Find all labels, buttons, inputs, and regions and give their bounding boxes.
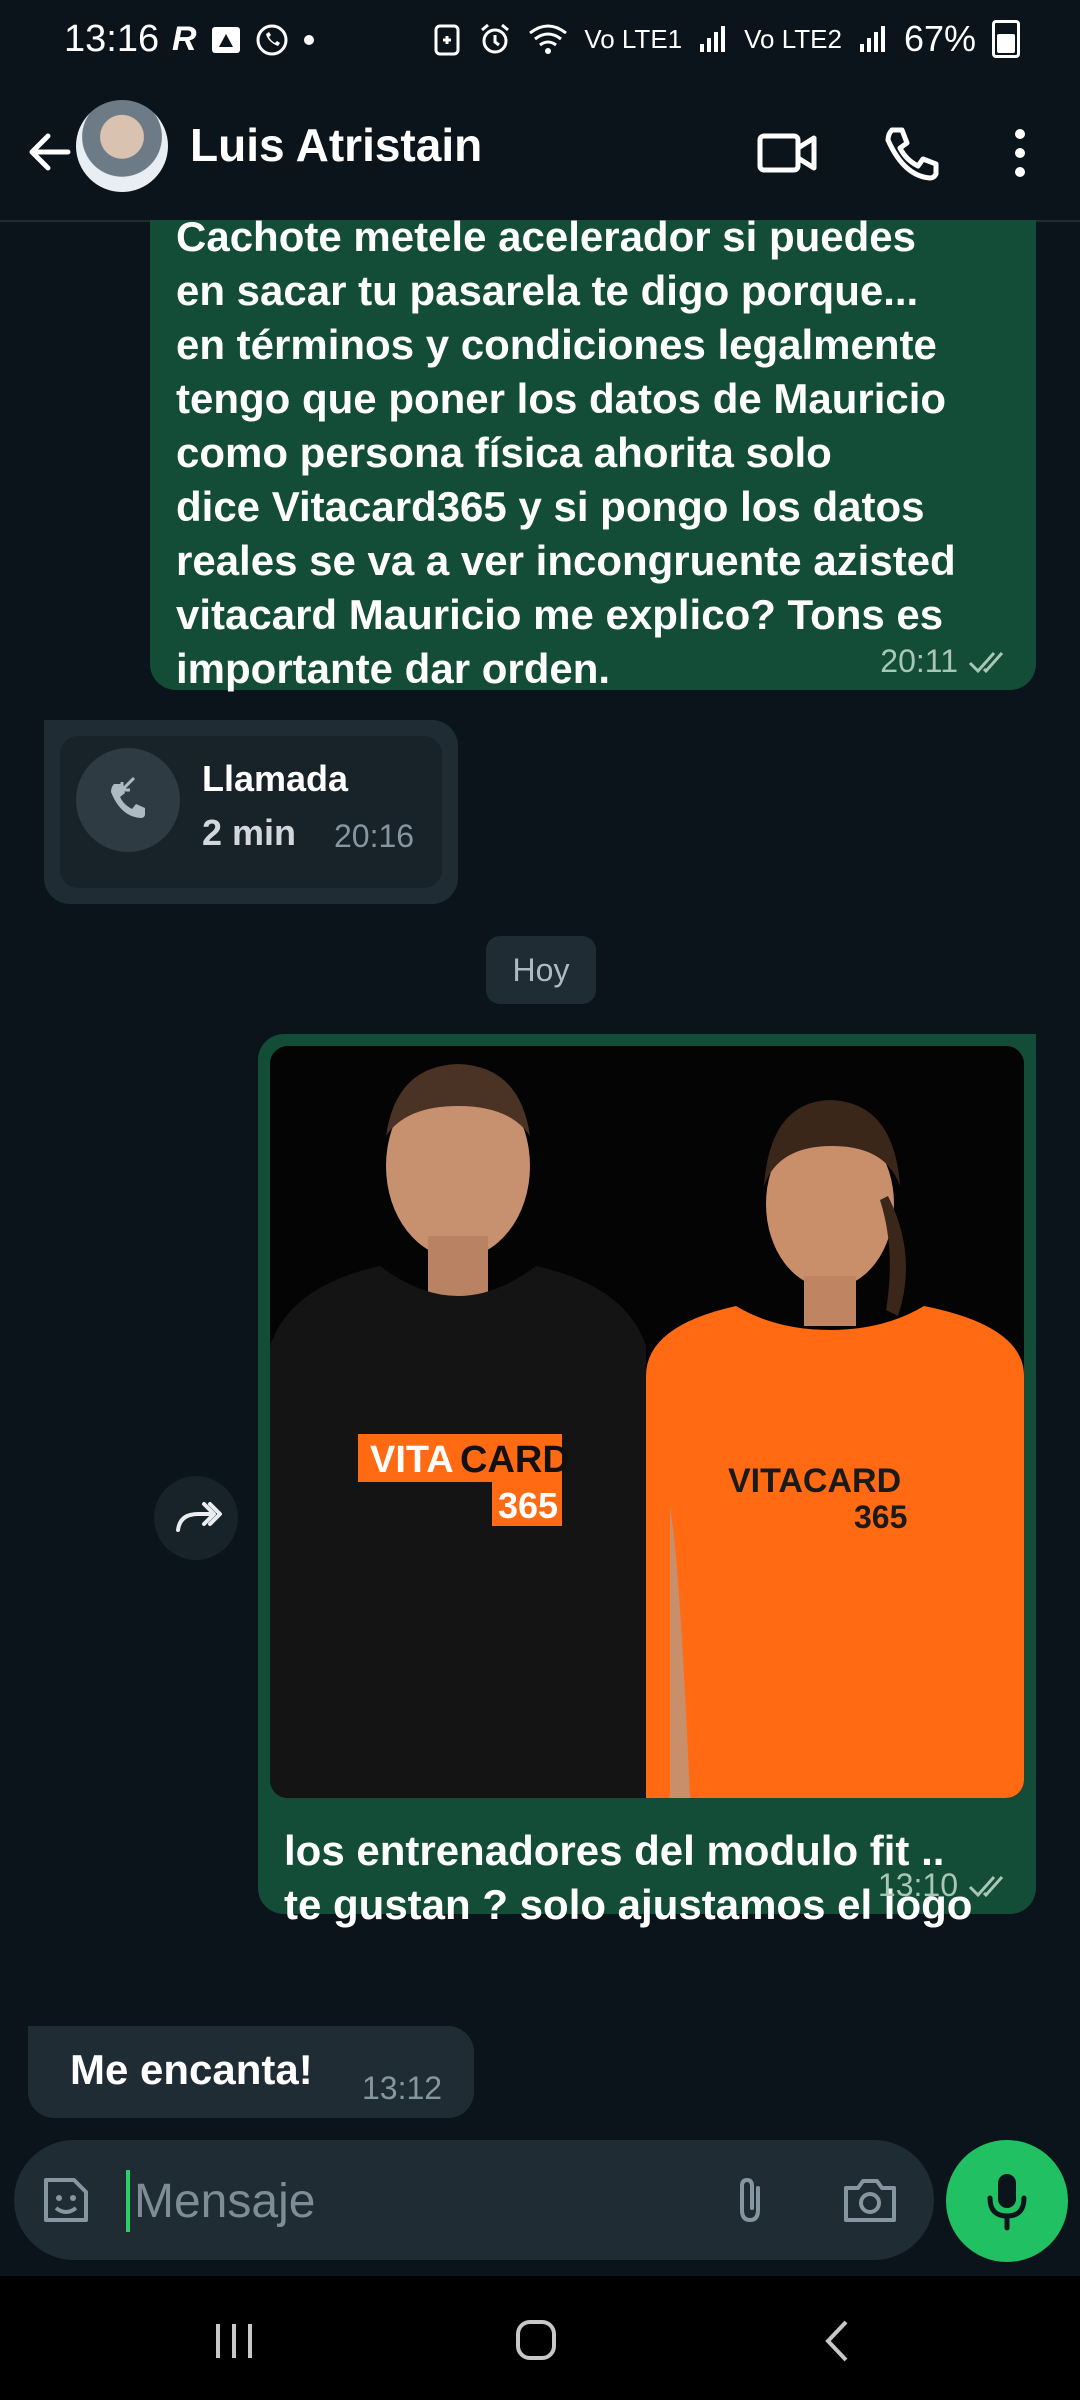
alarm-icon <box>481 23 510 54</box>
message-meta: 13:10 <box>878 1867 1012 1904</box>
call-duration: 2 min <box>202 812 297 853</box>
caption-line: te gustan ? solo ajustamos el logo <box>284 1881 973 1928</box>
forward-button[interactable] <box>154 1476 238 1560</box>
outgoing-image-message[interactable]: VITA CARD 365 VITACARD 365 los entrenado… <box>258 1034 1036 1928</box>
signal-icon-1 <box>700 26 726 52</box>
outgoing-message[interactable]: Cachote metele acelerador si puedes en s… <box>150 220 1036 692</box>
back-arrow-icon[interactable] <box>20 122 80 182</box>
message-line: Cachote metele acelerador si puedes <box>176 220 916 260</box>
shared-photo[interactable]: VITA CARD 365 VITACARD 365 <box>270 1046 1024 1798</box>
double-check-icon <box>968 651 1004 673</box>
message-time: 20:11 <box>880 643 958 679</box>
message-input[interactable] <box>132 2162 696 2240</box>
mic-icon <box>987 2174 1027 2231</box>
battery-icon <box>992 20 1020 58</box>
forward-icon <box>176 1502 222 1532</box>
sticker-icon[interactable] <box>36 2170 96 2230</box>
status-time: 13:16 <box>64 18 160 60</box>
shirt-number-right: 365 <box>854 1499 907 1535</box>
shirt-logo-right: VITACARD <box>728 1462 901 1500</box>
message-line: en términos y condiciones legalmente <box>176 321 937 368</box>
signal-icon-2 <box>859 26 885 52</box>
message-text: Cachote metele acelerador si puedes en s… <box>176 220 1010 696</box>
call-time: 20:16 <box>334 818 415 854</box>
network-label-1: Vo LTE1 <box>584 23 683 54</box>
shirt-logo-left: VITA <box>370 1439 454 1481</box>
missed-call-icon <box>111 776 145 818</box>
photo-illustration: VITA CARD 365 VITACARD 365 <box>270 1046 1024 1798</box>
home-icon[interactable] <box>506 2316 566 2366</box>
message-line: reales se va a ver incongruente azisted <box>176 537 956 584</box>
status-right-icons: Vo LTE1 Vo LTE2 67% <box>432 18 1020 60</box>
back-nav-icon[interactable] <box>808 2316 868 2366</box>
system-nav-bar <box>0 2276 1080 2400</box>
recent-apps-icon[interactable] <box>204 2316 264 2366</box>
whatsapp-status-icon <box>256 24 288 55</box>
avatar[interactable] <box>76 100 168 192</box>
attach-icon[interactable] <box>720 2170 780 2230</box>
message-time: 13:12 <box>362 2070 443 2106</box>
status-bar: 13:16 R Vo LTE1 Vo LTE2 67% <box>0 0 1080 88</box>
r-app-icon: R <box>172 20 197 58</box>
message-line: vitacard Mauricio me explico? Tons es <box>176 591 944 638</box>
call-message[interactable]: Llamada 2 min 20:16 <box>44 720 458 904</box>
shirt-logo-left-accent: CARD <box>460 1439 570 1481</box>
voice-message-button[interactable] <box>946 2140 1068 2262</box>
battery-saver-icon <box>434 24 460 56</box>
call-icon-circle <box>76 748 180 852</box>
contact-name[interactable]: Luis Atristain <box>190 118 482 172</box>
message-line: en sacar tu pasarela te digo porque... <box>176 267 919 314</box>
message-line: dice Vitacard365 y si pongo los datos <box>176 483 925 530</box>
more-options-icon[interactable] <box>1000 118 1040 188</box>
camera-icon[interactable] <box>840 2172 900 2228</box>
shirt-number-left: 365 <box>498 1485 558 1526</box>
status-left-icons: R <box>172 20 315 59</box>
voice-call-icon[interactable] <box>876 118 946 188</box>
message-meta: 20:11 <box>880 643 1012 680</box>
message-composer <box>14 2140 934 2260</box>
incoming-message[interactable]: Me encanta! 13:12 <box>28 2026 474 2118</box>
caption-line: los entrenadores del modulo fit .. <box>284 1827 945 1874</box>
battery-percent: 67% <box>903 18 976 59</box>
call-title: Llamada <box>202 758 349 799</box>
message-text: Me encanta! <box>70 2046 313 2093</box>
date-separator: Hoy <box>486 936 596 1004</box>
video-call-icon[interactable] <box>752 118 822 188</box>
chat-area[interactable]: Cachote metele acelerador si puedes en s… <box>0 220 1080 2140</box>
dot-icon <box>303 34 314 45</box>
message-line: tengo que poner los datos de Mauricio <box>176 375 947 422</box>
text-caret <box>126 2170 130 2232</box>
double-check-icon <box>968 1875 1004 1897</box>
drive-icon <box>211 26 240 53</box>
message-time: 13:10 <box>877 1867 958 1903</box>
message-line: como persona física ahorita solo <box>176 429 832 476</box>
network-label-2: Vo LTE2 <box>744 23 842 54</box>
wifi-icon <box>529 24 568 54</box>
chat-header: Luis Atristain <box>0 88 1080 222</box>
image-caption: los entrenadores del modulo fit .. te gu… <box>284 1824 972 1932</box>
